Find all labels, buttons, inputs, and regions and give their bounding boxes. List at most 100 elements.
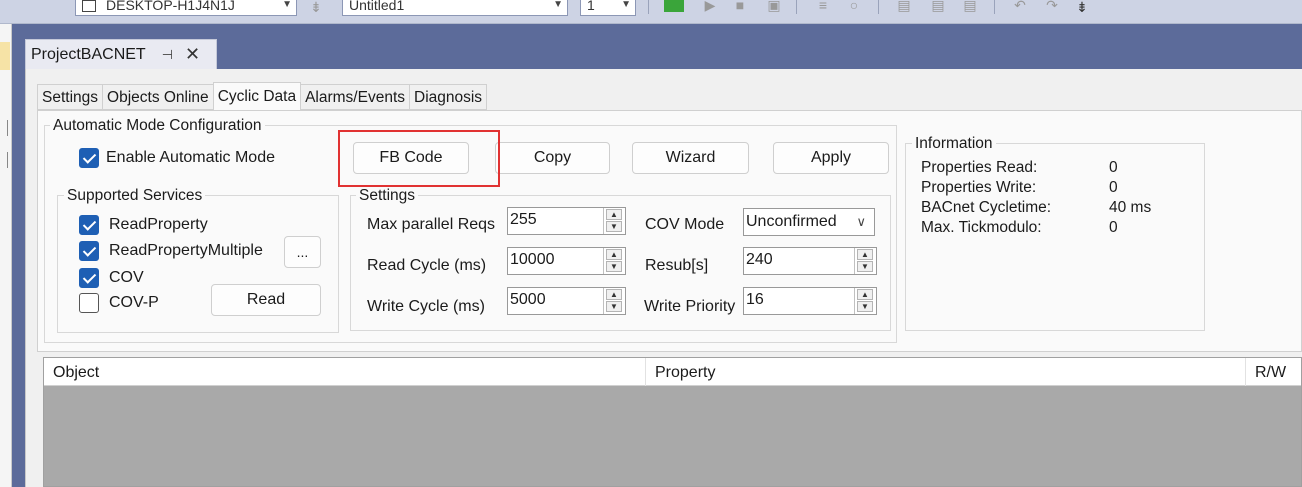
play-icon[interactable]: ▶ [702, 0, 718, 12]
bacnet-cycletime-label: BACnet Cycletime: [921, 199, 1052, 216]
side-marker [0, 42, 10, 70]
tab-cyclic-data[interactable]: Cyclic Data [212, 82, 302, 110]
max-tickmodulo-label: Max. Tickmodulo: [921, 219, 1042, 236]
document-tab[interactable]: ProjectBACNET ⊣ ✕ [25, 39, 217, 69]
tab-objects-online[interactable]: Objects Online [102, 84, 214, 110]
settings-title: Settings [356, 187, 419, 205]
instance-combo-value: 1 [587, 0, 595, 13]
column-header-property[interactable]: Property [646, 358, 1246, 386]
read-cycle-label: Read Cycle (ms) [367, 257, 487, 274]
more-options-button[interactable]: ... [284, 236, 321, 268]
supported-services-title: Supported Services [64, 187, 206, 205]
readpropertymultiple-label: ReadPropertyMultiple [109, 242, 263, 259]
tab-strip: Settings Objects Online Cyclic Data Alar… [37, 82, 488, 110]
toolbar-separator [648, 0, 649, 14]
cyclic-data-table[interactable]: Object Property R/W [43, 357, 1302, 487]
max-parallel-reqs-value: 255 [510, 211, 537, 228]
cov-mode-value: Unconfirmed [746, 213, 837, 230]
cov-label: COV [109, 269, 144, 286]
write-cycle-label: Write Cycle (ms) [367, 298, 485, 315]
enable-automatic-mode-checkbox[interactable] [79, 148, 99, 168]
write-priority-label: Write Priority [644, 298, 736, 315]
readproperty-label: ReadProperty [109, 216, 208, 233]
layers-icon[interactable]: ▣ [766, 0, 782, 12]
properties-read-label: Properties Read: [921, 159, 1038, 176]
main-toolbar: DESKTOP-H1J4N1J ▼ ⇟ Untitled1 ▼ 1 ▼ ▶ ■ … [0, 0, 1302, 24]
spinner-buttons: ▲ ▼ [603, 288, 625, 314]
wizard-button[interactable]: Wizard [632, 142, 749, 174]
spinner-buttons: ▲ ▼ [854, 248, 876, 274]
write-cycle-value: 5000 [510, 291, 546, 308]
properties-read-value: 0 [1109, 159, 1118, 176]
write-priority-value: 16 [746, 291, 764, 308]
close-icon[interactable]: ✕ [185, 44, 200, 65]
column-header-object[interactable]: Object [44, 358, 646, 386]
tab-diagnosis[interactable]: Diagnosis [409, 84, 488, 110]
list-icon[interactable]: ≡ [815, 0, 831, 12]
tab-alarms-events[interactable]: Alarms/Events [300, 84, 410, 110]
spin-up-icon[interactable]: ▲ [606, 249, 622, 260]
dropdown-arrow-icon[interactable]: ⇟ [308, 0, 324, 14]
resub-spinner[interactable]: 240 ▲ ▼ [743, 247, 877, 275]
write-cycle-spinner[interactable]: 5000 ▲ ▼ [507, 287, 626, 315]
spin-up-icon[interactable]: ▲ [606, 209, 622, 220]
cov-p-checkbox[interactable] [79, 293, 99, 313]
resub-label: Resub[s] [645, 257, 709, 274]
automatic-mode-title: Automatic Mode Configuration [50, 117, 265, 135]
cov-mode-label: COV Mode [645, 216, 725, 233]
redo-icon[interactable]: ↷ [1044, 0, 1060, 12]
properties-write-label: Properties Write: [921, 179, 1037, 196]
machine-combo-value: DESKTOP-H1J4N1J [106, 0, 235, 13]
spinner-buttons: ▲ ▼ [603, 248, 625, 274]
spin-down-icon[interactable]: ▼ [857, 261, 873, 272]
spin-down-icon[interactable]: ▼ [606, 301, 622, 312]
write-priority-spinner[interactable]: 16 ▲ ▼ [743, 287, 877, 315]
computer-icon [82, 0, 96, 13]
side-tick [0, 152, 8, 168]
readpropertymultiple-checkbox[interactable] [79, 241, 99, 261]
cov-checkbox[interactable] [79, 268, 99, 288]
toolbar-separator [796, 0, 797, 14]
pin-icon[interactable]: ⊣ [162, 47, 173, 63]
undo-icon[interactable]: ↶ [1012, 0, 1028, 12]
spin-up-icon[interactable]: ▲ [857, 289, 873, 300]
download-icon[interactable] [664, 0, 684, 12]
toolbar-separator [878, 0, 879, 14]
spin-down-icon[interactable]: ▼ [606, 261, 622, 272]
cov-mode-select[interactable]: Unconfirmed ∨ [743, 208, 875, 236]
config-combo[interactable]: Untitled1 ▼ [342, 0, 568, 16]
chevron-down-icon: ▼ [282, 0, 292, 10]
apply-button[interactable]: Apply [773, 142, 889, 174]
overflow-icon[interactable]: ⇟ [1074, 0, 1090, 14]
read-button[interactable]: Read [211, 284, 321, 316]
document-icon[interactable]: ▤ [962, 0, 978, 12]
chevron-down-icon: ▼ [553, 0, 563, 10]
instance-combo[interactable]: 1 ▼ [580, 0, 636, 16]
spin-down-icon[interactable]: ▼ [857, 301, 873, 312]
refresh-icon[interactable]: ○ [846, 0, 862, 12]
copy-button[interactable]: Copy [495, 142, 610, 174]
spinner-buttons: ▲ ▼ [603, 208, 625, 234]
document-tab-title: ProjectBACNET [31, 45, 146, 63]
column-header-rw[interactable]: R/W [1246, 358, 1302, 386]
read-cycle-spinner[interactable]: 10000 ▲ ▼ [507, 247, 626, 275]
spin-down-icon[interactable]: ▼ [606, 221, 622, 232]
readproperty-checkbox[interactable] [79, 215, 99, 235]
properties-write-value: 0 [1109, 179, 1118, 196]
enable-automatic-mode-label: Enable Automatic Mode [106, 149, 275, 166]
max-parallel-reqs-spinner[interactable]: 255 ▲ ▼ [507, 207, 626, 235]
read-cycle-value: 10000 [510, 251, 555, 268]
chevron-down-icon: ▼ [621, 0, 631, 10]
spin-up-icon[interactable]: ▲ [857, 249, 873, 260]
tab-settings[interactable]: Settings [37, 84, 104, 110]
toolbar-separator [994, 0, 995, 14]
stop-icon[interactable]: ■ [732, 0, 748, 12]
machine-combo[interactable]: DESKTOP-H1J4N1J ▼ [75, 0, 297, 16]
max-tickmodulo-value: 0 [1109, 219, 1118, 236]
spin-up-icon[interactable]: ▲ [606, 289, 622, 300]
document-icon[interactable]: ▤ [896, 0, 912, 12]
max-parallel-reqs-label: Max parallel Reqs [367, 216, 496, 233]
cov-p-label: COV-P [109, 294, 159, 311]
document-icon[interactable]: ▤ [930, 0, 946, 12]
chevron-down-icon: ∨ [856, 214, 866, 229]
